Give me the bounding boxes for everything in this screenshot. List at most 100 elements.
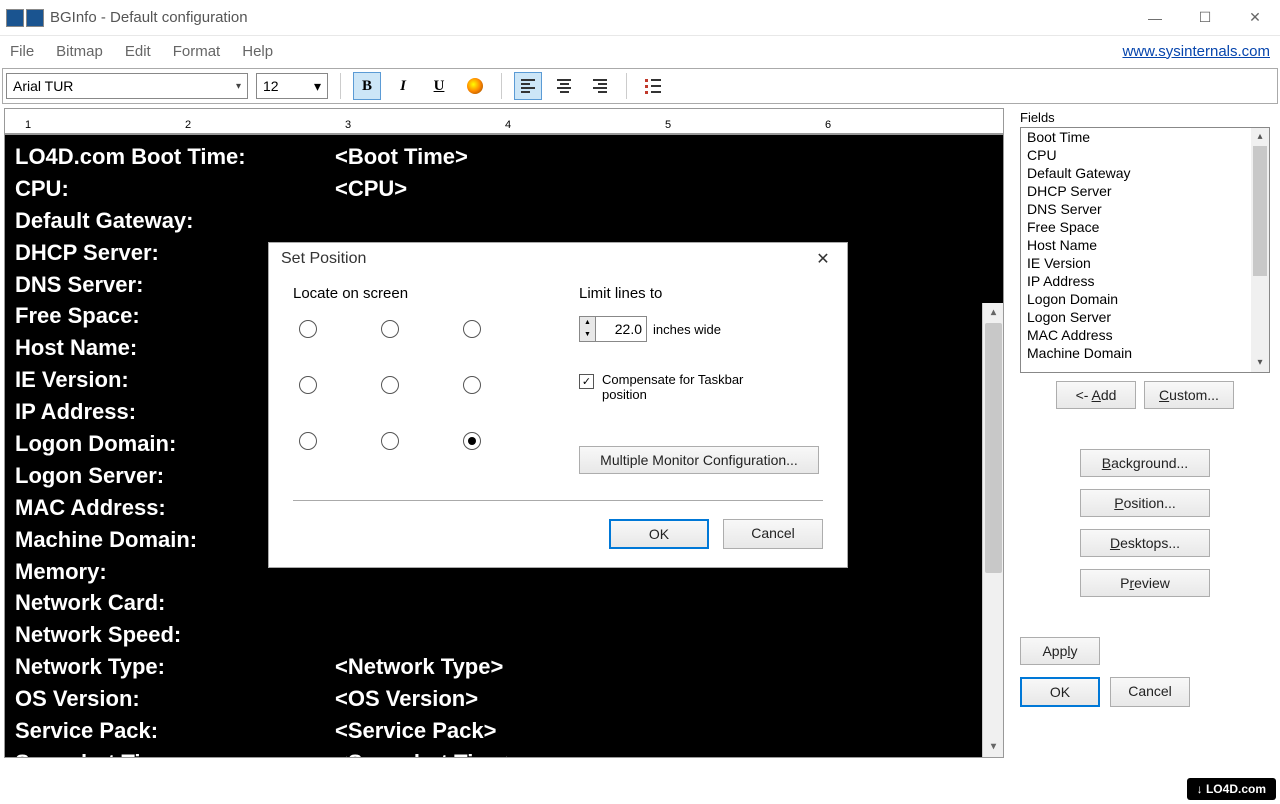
scroll-down-icon[interactable]: ▾ [983,737,1004,757]
list-item[interactable]: Host Name [1021,236,1269,254]
list-item[interactable]: Boot Time [1021,128,1269,146]
align-center-icon [557,79,571,93]
editor-line: CPU:<CPU> [15,173,993,205]
position-radio-8[interactable] [463,432,481,450]
italic-button[interactable]: I [389,72,417,100]
preview-button[interactable]: Preview [1080,569,1210,597]
scroll-up-icon[interactable]: ▴ [1251,128,1269,146]
scroll-thumb[interactable] [985,323,1002,573]
editor-line: Network Card: [15,587,993,619]
spinner-up-icon[interactable]: ▲ [580,317,595,329]
font-combo[interactable]: Arial TUR ▾ [6,73,248,99]
list-item[interactable]: Free Space [1021,218,1269,236]
apply-button[interactable]: Apply [1020,637,1100,665]
compensate-row[interactable]: ✓ Compensate for Taskbar position [579,372,819,402]
ruler[interactable]: 123456 [4,108,1004,134]
editor-line: Snapshot Time:<Snapshot Time> [15,747,993,758]
editor-line: Network Speed: [15,619,993,651]
ruler-mark: 4 [505,119,511,131]
line-value: <Service Pack> [335,715,496,747]
fields-scrollbar[interactable]: ▴ ▾ [1251,128,1269,372]
ruler-mark: 1 [25,119,31,131]
sysinternals-link[interactable]: www.sysinternals.com [1122,43,1270,60]
menu-bitmap[interactable]: Bitmap [56,43,103,60]
menu-edit[interactable]: Edit [125,43,151,60]
list-item[interactable]: MAC Address [1021,326,1269,344]
position-radio-3[interactable] [299,376,317,394]
list-item[interactable]: Machine Domain [1021,344,1269,362]
align-left-button[interactable] [514,72,542,100]
fields-list[interactable]: Boot TimeCPUDefault GatewayDHCP ServerDN… [1020,127,1270,373]
bullets-button[interactable] [639,72,667,100]
limit-label: Limit lines to [579,285,819,302]
scroll-down-icon[interactable]: ▾ [1251,354,1269,372]
window-title: BGInfo - Default configuration [50,9,1130,26]
fields-buttons: <- Add Custom... [1020,381,1270,409]
align-right-button[interactable] [586,72,614,100]
dialog-titlebar: Set Position ✕ [269,243,847,275]
align-center-button[interactable] [550,72,578,100]
size-value: 12 [263,78,279,94]
spinner-down-icon[interactable]: ▼ [580,329,595,341]
line-label: OS Version: [15,683,335,715]
position-radio-6[interactable] [299,432,317,450]
color-button[interactable] [461,72,489,100]
limit-suffix: inches wide [653,322,721,337]
menu-help[interactable]: Help [242,43,273,60]
list-item[interactable]: Logon Server [1021,308,1269,326]
limit-input[interactable] [596,317,646,341]
line-label: Service Pack: [15,715,335,747]
menu-file[interactable]: File [10,43,34,60]
menubar: File Bitmap Edit Format Help www.sysinte… [0,36,1280,66]
position-radio-2[interactable] [463,320,481,338]
size-combo[interactable]: 12 ▾ [256,73,328,99]
list-item[interactable]: IE Version [1021,254,1269,272]
side-bottom: Apply OK Cancel [1020,637,1270,707]
position-radio-7[interactable] [381,432,399,450]
app-icons [6,9,44,27]
line-value: <OS Version> [335,683,478,715]
editor-scrollbar[interactable]: ▴ ▾ [982,303,1004,757]
scroll-up-icon[interactable]: ▴ [983,303,1004,323]
scroll-thumb[interactable] [1253,146,1267,276]
list-item[interactable]: IP Address [1021,272,1269,290]
limit-spinner[interactable]: ▲▼ [579,316,647,342]
ruler-mark: 3 [345,119,351,131]
list-item[interactable]: DHCP Server [1021,182,1269,200]
editor-line: Default Gateway: [15,205,993,237]
list-item[interactable]: DNS Server [1021,200,1269,218]
dialog-close-button[interactable]: ✕ [811,249,835,269]
ruler-mark: 2 [185,119,191,131]
line-value: <CPU> [335,173,407,205]
titlebar: BGInfo - Default configuration — ☐ ✕ [0,0,1280,36]
bold-button[interactable]: B [353,72,381,100]
dialog-body: Locate on screen Limit lines to ▲▼ inche… [269,275,847,567]
line-label: Network Speed: [15,619,335,651]
position-button[interactable]: Position... [1080,489,1210,517]
underline-button[interactable]: U [425,72,453,100]
list-item[interactable]: Logon Domain [1021,290,1269,308]
compensate-checkbox[interactable]: ✓ [579,374,594,389]
menu-format[interactable]: Format [173,43,221,60]
maximize-button[interactable]: ☐ [1180,0,1230,36]
add-button[interactable]: <- Add [1056,381,1136,409]
app-icon [6,9,24,27]
position-radio-0[interactable] [299,320,317,338]
position-radio-4[interactable] [381,376,399,394]
list-item[interactable]: Default Gateway [1021,164,1269,182]
multi-monitor-button[interactable]: Multiple Monitor Configuration... [579,446,819,474]
ok-button[interactable]: OK [1020,677,1100,707]
position-radio-5[interactable] [463,376,481,394]
custom-button[interactable]: Custom... [1144,381,1234,409]
close-button[interactable]: ✕ [1230,0,1280,36]
cancel-button[interactable]: Cancel [1110,677,1190,707]
dialog-cancel-button[interactable]: Cancel [723,519,823,549]
minimize-button[interactable]: — [1130,0,1180,36]
dialog-ok-button[interactable]: OK [609,519,709,549]
list-item[interactable]: CPU [1021,146,1269,164]
locate-section: Locate on screen [293,285,519,482]
background-button[interactable]: Background... [1080,449,1210,477]
line-label: Snapshot Time: [15,747,335,758]
desktops-button[interactable]: Desktops... [1080,529,1210,557]
position-radio-1[interactable] [381,320,399,338]
